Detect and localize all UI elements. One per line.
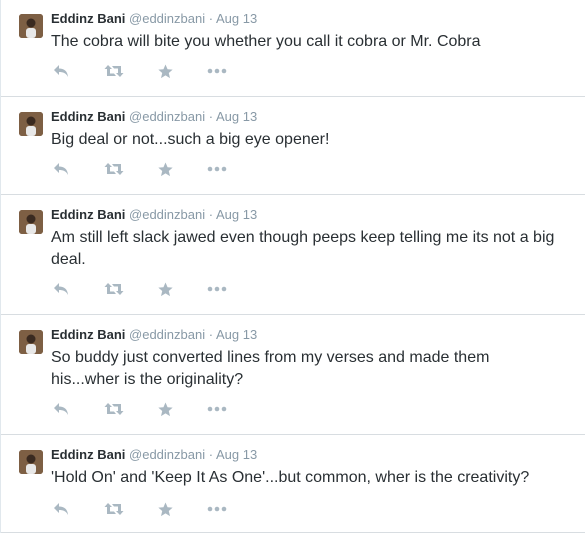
more-options-button[interactable] (206, 161, 228, 177)
retweet-icon (104, 403, 124, 415)
tweet-text: Am still left slack jawed even though pe… (51, 229, 555, 268)
display-name[interactable]: Eddinz Bani (51, 447, 125, 462)
reply-button[interactable] (51, 401, 71, 417)
tweet-text: So buddy just converted lines from my ve… (51, 349, 490, 388)
username-handle[interactable]: @eddinzbani (129, 11, 205, 26)
tweet-text: The cobra will bite you whether you call… (51, 33, 481, 50)
retweet-icon (104, 283, 124, 295)
retweet-icon (104, 503, 124, 515)
separator-dot: · (208, 327, 214, 342)
reply-button[interactable] (51, 281, 71, 297)
more-options-icon (207, 406, 227, 412)
timestamp[interactable]: Aug 13 (216, 207, 257, 222)
retweet-icon (104, 65, 124, 77)
tweet-actions (51, 401, 251, 417)
favorite-button[interactable] (156, 161, 174, 177)
reply-button[interactable] (51, 501, 71, 517)
display-name[interactable]: Eddinz Bani (51, 109, 125, 124)
retweet-button[interactable] (103, 63, 125, 79)
separator-dot: · (208, 207, 214, 222)
tweet[interactable]: Eddinz Bani @eddinzbani · Aug 13 So budd… (1, 315, 585, 435)
retweet-button[interactable] (103, 501, 125, 517)
more-options-button[interactable] (206, 501, 228, 517)
favorite-star-icon (157, 63, 173, 78)
avatar[interactable] (19, 330, 43, 354)
more-options-icon (207, 68, 227, 74)
retweet-button[interactable] (103, 281, 125, 297)
separator-dot: · (208, 109, 214, 124)
timestamp[interactable]: Aug 13 (216, 327, 257, 342)
display-name[interactable]: Eddinz Bani (51, 327, 125, 342)
timestamp[interactable]: Aug 13 (216, 447, 257, 462)
favorite-star-icon (157, 501, 173, 516)
tweet-header: Eddinz Bani @eddinzbani · Aug 13 (51, 109, 257, 125)
tweet-header: Eddinz Bani @eddinzbani · Aug 13 (51, 447, 257, 463)
separator-dot: · (208, 11, 214, 26)
tweet[interactable]: Eddinz Bani @eddinzbani · Aug 13 Big dea… (1, 97, 585, 195)
retweet-button[interactable] (103, 401, 125, 417)
tweet-text: 'Hold On' and 'Keep It As One'...but com… (51, 469, 530, 486)
favorite-star-icon (157, 161, 173, 176)
timestamp[interactable]: Aug 13 (216, 109, 257, 124)
more-options-button[interactable] (206, 281, 228, 297)
reply-icon (54, 163, 68, 175)
favorite-button[interactable] (156, 63, 174, 79)
avatar[interactable] (19, 112, 43, 136)
tweet-actions (51, 63, 251, 79)
tweet-actions (51, 281, 251, 297)
tweet-header: Eddinz Bani @eddinzbani · Aug 13 (51, 207, 257, 223)
retweet-icon (104, 163, 124, 175)
more-options-button[interactable] (206, 401, 228, 417)
avatar[interactable] (19, 450, 43, 474)
display-name[interactable]: Eddinz Bani (51, 207, 125, 222)
more-options-icon (207, 286, 227, 292)
retweet-button[interactable] (103, 161, 125, 177)
reply-icon (54, 65, 68, 77)
reply-icon (54, 283, 68, 295)
more-options-icon (207, 506, 227, 512)
username-handle[interactable]: @eddinzbani (129, 447, 205, 462)
favorite-star-icon (157, 401, 173, 416)
tweet[interactable]: Eddinz Bani @eddinzbani · Aug 13 'Hold O… (1, 435, 585, 533)
avatar[interactable] (19, 210, 43, 234)
favorite-button[interactable] (156, 281, 174, 297)
tweet[interactable]: Eddinz Bani @eddinzbani · Aug 13 Am stil… (1, 195, 585, 315)
tweet-actions (51, 501, 251, 517)
tweet-actions (51, 161, 251, 177)
reply-button[interactable] (51, 63, 71, 79)
more-options-icon (207, 166, 227, 172)
avatar[interactable] (19, 14, 43, 38)
favorite-button[interactable] (156, 501, 174, 517)
tweet-header: Eddinz Bani @eddinzbani · Aug 13 (51, 11, 257, 27)
favorite-star-icon (157, 281, 173, 296)
reply-icon (54, 403, 68, 415)
username-handle[interactable]: @eddinzbani (129, 207, 205, 222)
favorite-button[interactable] (156, 401, 174, 417)
username-handle[interactable]: @eddinzbani (129, 109, 205, 124)
tweet[interactable]: Eddinz Bani @eddinzbani · Aug 13 The cob… (1, 0, 585, 97)
separator-dot: · (208, 447, 214, 462)
tweet-text: Big deal or not...such a big eye opener! (51, 131, 330, 148)
username-handle[interactable]: @eddinzbani (129, 327, 205, 342)
tweet-header: Eddinz Bani @eddinzbani · Aug 13 (51, 327, 257, 343)
reply-icon (54, 503, 68, 515)
tweet-timeline: Eddinz Bani @eddinzbani · Aug 13 The cob… (0, 0, 585, 533)
reply-button[interactable] (51, 161, 71, 177)
display-name[interactable]: Eddinz Bani (51, 11, 125, 26)
timestamp[interactable]: Aug 13 (216, 11, 257, 26)
more-options-button[interactable] (206, 63, 228, 79)
